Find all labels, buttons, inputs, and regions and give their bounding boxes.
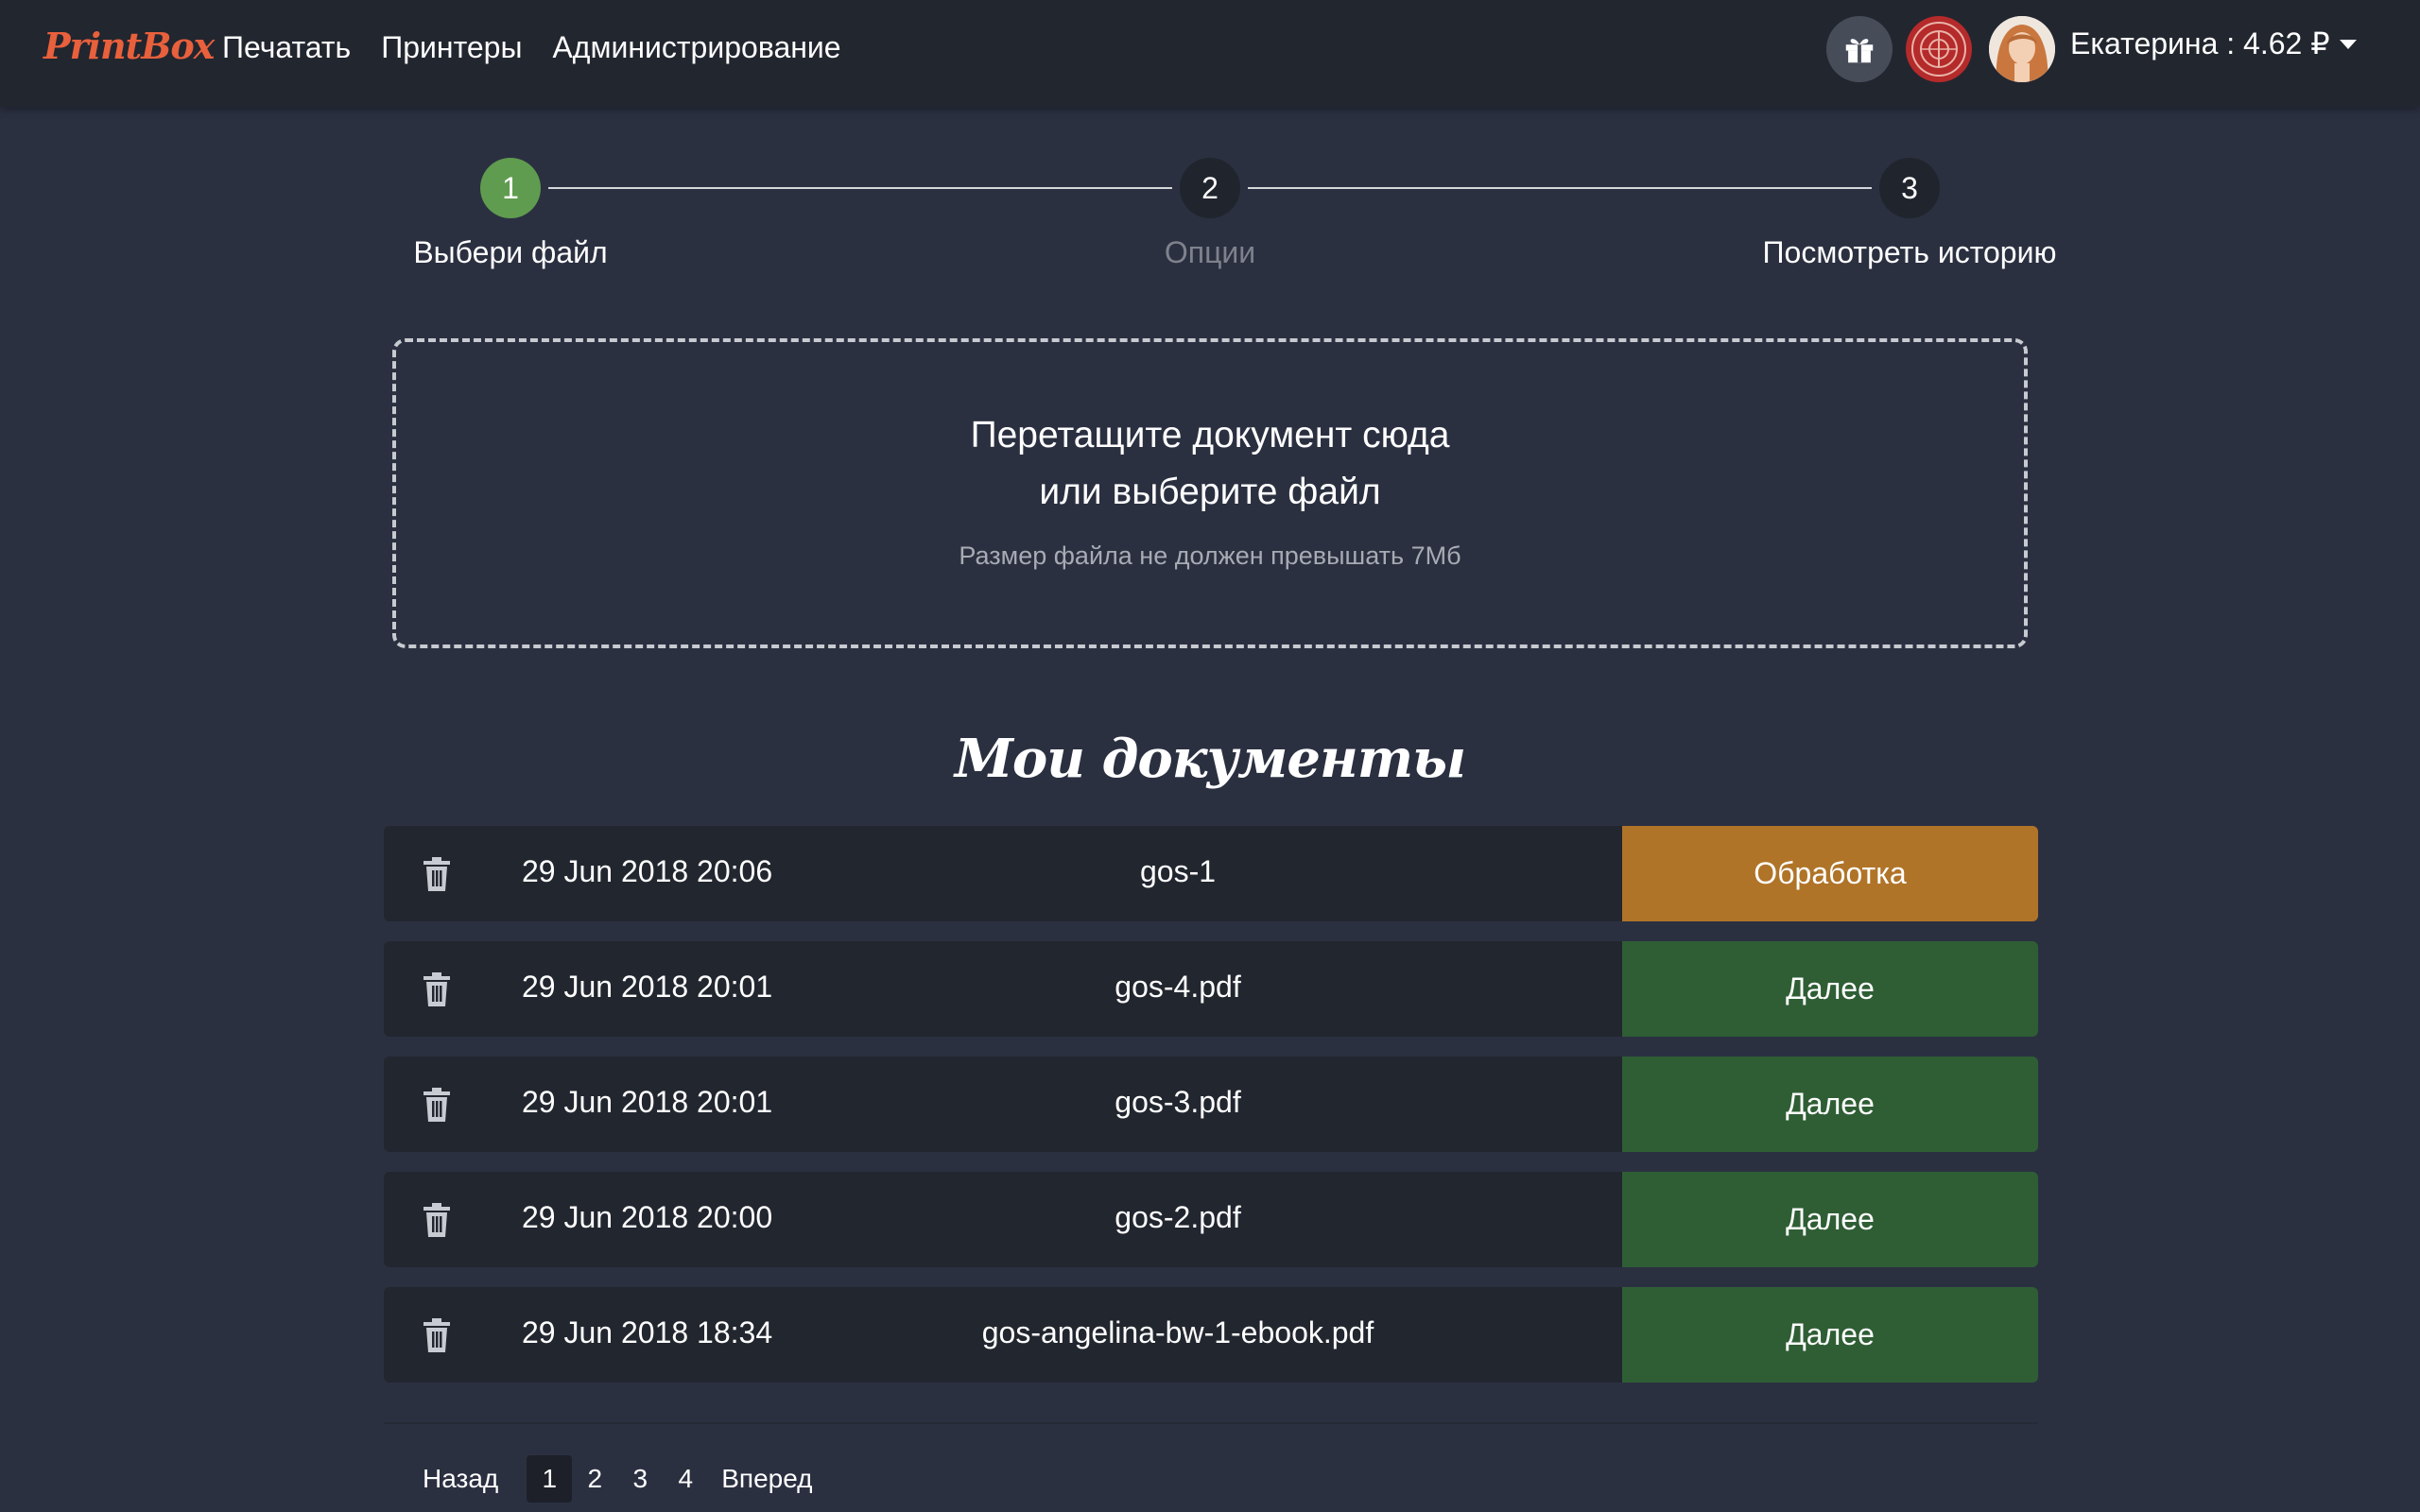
document-next-button[interactable]: Далее <box>1622 1057 2038 1152</box>
step-3-label[interactable]: Посмотреть историю <box>1763 235 2057 270</box>
document-next-button[interactable]: Далее <box>1622 1172 2038 1267</box>
main-nav: Печатать Принтеры Администрирование <box>222 30 841 65</box>
trash-icon[interactable] <box>422 1318 452 1352</box>
top-navbar: PrintBox Печатать Принтеры Администриров… <box>0 0 2420 107</box>
document-name: gos-3.pdf <box>1115 1085 1241 1119</box>
step-connector <box>548 187 1172 189</box>
document-date: 29 Jun 2018 20:00 <box>522 1200 773 1234</box>
document-row: 29 Jun 2018 20:06 gos-1 Обработка <box>384 826 2038 921</box>
brand-logo[interactable]: PrintBox <box>43 25 215 67</box>
document-date: 29 Jun 2018 18:34 <box>522 1315 773 1349</box>
organization-emblem-icon <box>1911 22 1966 77</box>
gift-icon <box>1845 39 1874 63</box>
documents-list: 29 Jun 2018 20:06 gos-1 Обработка 29 Jun… <box>384 826 2038 1402</box>
trash-icon[interactable] <box>422 857 452 891</box>
step-2-indicator: 2 <box>1180 158 1240 218</box>
nav-link-print[interactable]: Печатать <box>222 30 351 65</box>
user-balance-label: Екатерина : 4.62 ₽ <box>2070 26 2330 60</box>
step-1-indicator[interactable]: 1 <box>480 158 541 218</box>
pagination: Назад 1 2 3 4 Вперед <box>423 1455 813 1503</box>
step-3-indicator[interactable]: 3 <box>1879 158 1940 218</box>
document-row: 29 Jun 2018 18:34 gos-angelina-bw-1-eboo… <box>384 1287 2038 1383</box>
dropzone-line-2: или выберите файл <box>1039 472 1381 512</box>
step-connector <box>1248 187 1872 189</box>
document-name: gos-angelina-bw-1-ebook.pdf <box>981 1315 1374 1349</box>
trash-icon[interactable] <box>422 1203 452 1237</box>
list-divider <box>384 1422 2038 1424</box>
document-next-button[interactable]: Далее <box>1622 941 2038 1037</box>
nav-link-admin[interactable]: Администрирование <box>552 30 840 65</box>
caret-down-icon <box>2339 40 2357 49</box>
avatar-icon <box>1989 16 2055 82</box>
pagination-page-4[interactable]: 4 <box>663 1455 708 1503</box>
trash-icon[interactable] <box>422 972 452 1006</box>
document-date: 29 Jun 2018 20:01 <box>522 1085 773 1119</box>
document-date: 29 Jun 2018 20:01 <box>522 970 773 1004</box>
pagination-page-2[interactable]: 2 <box>572 1455 617 1503</box>
document-row: 29 Jun 2018 20:01 gos-4.pdf Далее <box>384 941 2038 1037</box>
pagination-next[interactable]: Вперед <box>721 1455 812 1503</box>
file-dropzone[interactable]: Перетащите документ сюда или выберите фа… <box>392 338 2028 648</box>
pagination-prev[interactable]: Назад <box>423 1455 498 1503</box>
progress-stepper: 1 2 3 Выбери файл Опции Посмотреть истор… <box>378 156 2099 279</box>
pagination-page-3[interactable]: 3 <box>617 1455 663 1503</box>
trash-icon[interactable] <box>422 1088 452 1122</box>
gift-button[interactable] <box>1826 16 1893 82</box>
pagination-page-1[interactable]: 1 <box>527 1455 573 1503</box>
documents-heading: Мои документы <box>954 728 1466 790</box>
dropzone-line-1: Перетащите документ сюда <box>970 415 1450 455</box>
dropzone-size-note: Размер файла не должен превышать 7Мб <box>959 541 1461 570</box>
document-row: 29 Jun 2018 20:00 gos-2.pdf Далее <box>384 1172 2038 1267</box>
user-menu-dropdown[interactable]: Екатерина : 4.62 ₽ <box>2070 26 2357 61</box>
nav-link-printers[interactable]: Принтеры <box>381 30 522 65</box>
document-next-button[interactable]: Далее <box>1622 1287 2038 1383</box>
user-avatar[interactable] <box>1989 16 2055 82</box>
document-row: 29 Jun 2018 20:01 gos-3.pdf Далее <box>384 1057 2038 1152</box>
step-2-label: Опции <box>1164 235 1256 269</box>
document-date: 29 Jun 2018 20:06 <box>522 854 773 888</box>
document-name: gos-2.pdf <box>1115 1200 1241 1234</box>
step-1-label[interactable]: Выбери файл <box>413 235 607 270</box>
document-name: gos-1 <box>1139 854 1217 888</box>
document-name: gos-4.pdf <box>1115 970 1241 1004</box>
organization-logo <box>1906 16 1972 82</box>
document-processing-button[interactable]: Обработка <box>1622 826 2038 921</box>
dropzone-title: Перетащите документ сюда или выберите фа… <box>396 407 2024 521</box>
